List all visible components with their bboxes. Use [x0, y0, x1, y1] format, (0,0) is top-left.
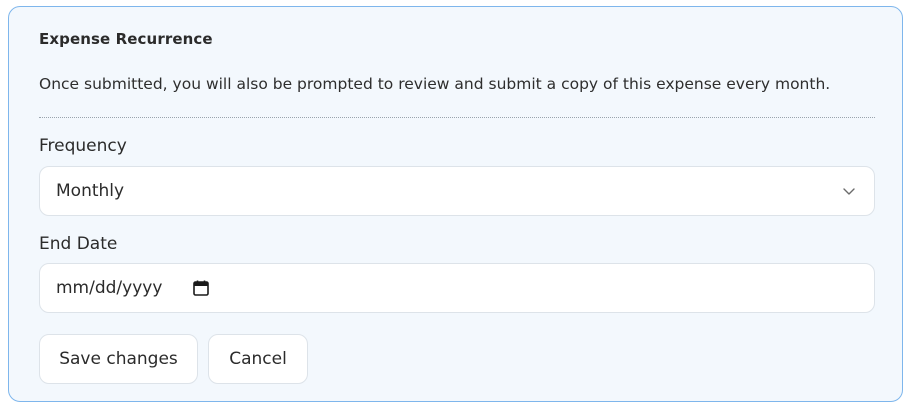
section-description: Once submitted, you will also be prompte…	[39, 75, 831, 93]
section-title: Expense Recurrence	[39, 30, 213, 48]
frequency-selected-value: Monthly	[56, 181, 125, 201]
expense-recurrence-panel: Expense Recurrence Once submitted, you w…	[8, 6, 903, 402]
save-changes-button[interactable]: Save changes	[39, 334, 198, 384]
section-divider	[39, 117, 875, 118]
cancel-button[interactable]: Cancel	[208, 334, 308, 384]
chevron-down-icon	[843, 188, 855, 195]
end-date-label: End Date	[39, 234, 118, 254]
frequency-select[interactable]: Monthly	[39, 166, 875, 216]
end-date-input[interactable]: mm/dd/yyyy	[39, 263, 875, 313]
end-date-placeholder: mm/dd/yyyy	[56, 278, 163, 298]
calendar-icon[interactable]	[192, 279, 210, 297]
frequency-label: Frequency	[39, 136, 127, 156]
